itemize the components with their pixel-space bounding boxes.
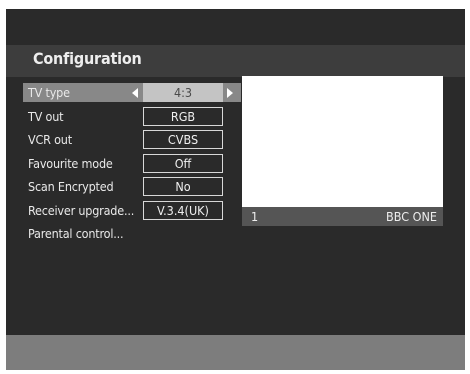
tv-screen: Configuration TV type 4:3 TV out RGB VCR… — [6, 9, 465, 370]
menu-item-tv-out[interactable]: TV out RGB — [6, 107, 246, 127]
page-title: Configuration — [33, 49, 142, 68]
channel-info-bar: 1 BBC ONE — [242, 207, 443, 226]
menu-item-receiver-upgrade[interactable]: Receiver upgrade... V.3.4(UK) — [6, 201, 246, 221]
menu-item-label: Parental control... — [28, 226, 124, 241]
menu-item-label: Receiver upgrade... — [28, 203, 135, 218]
video-preview — [242, 76, 443, 207]
footer-bar — [6, 335, 465, 370]
arrow-right-icon[interactable] — [227, 88, 233, 98]
vcr-out-value[interactable]: CVBS — [143, 130, 223, 149]
menu-item-parental-control[interactable]: Parental control... — [6, 224, 246, 244]
menu-item-label: TV type — [28, 85, 70, 100]
menu-item-favourite-mode[interactable]: Favourite mode Off — [6, 154, 246, 174]
channel-name: BBC ONE — [385, 209, 437, 224]
menu-item-label: VCR out — [28, 132, 72, 147]
header-bar: Configuration — [6, 45, 465, 77]
receiver-version-value[interactable]: V.3.4(UK) — [143, 201, 223, 220]
menu-item-label: Scan Encrypted — [28, 179, 114, 194]
menu-item-vcr-out[interactable]: VCR out CVBS — [6, 130, 246, 150]
menu-item-label: Favourite mode — [28, 156, 113, 171]
tv-type-value[interactable]: 4:3 — [143, 83, 223, 102]
channel-number: 1 — [251, 209, 259, 224]
tv-out-value[interactable]: RGB — [143, 107, 223, 126]
scan-encrypted-value[interactable]: No — [143, 177, 223, 196]
menu-item-scan-encrypted[interactable]: Scan Encrypted No — [6, 177, 246, 197]
favourite-mode-value[interactable]: Off — [143, 154, 223, 173]
menu-item-tv-type[interactable]: TV type 4:3 — [6, 83, 246, 103]
arrow-left-icon[interactable] — [132, 88, 138, 98]
menu-item-label: TV out — [28, 109, 64, 124]
